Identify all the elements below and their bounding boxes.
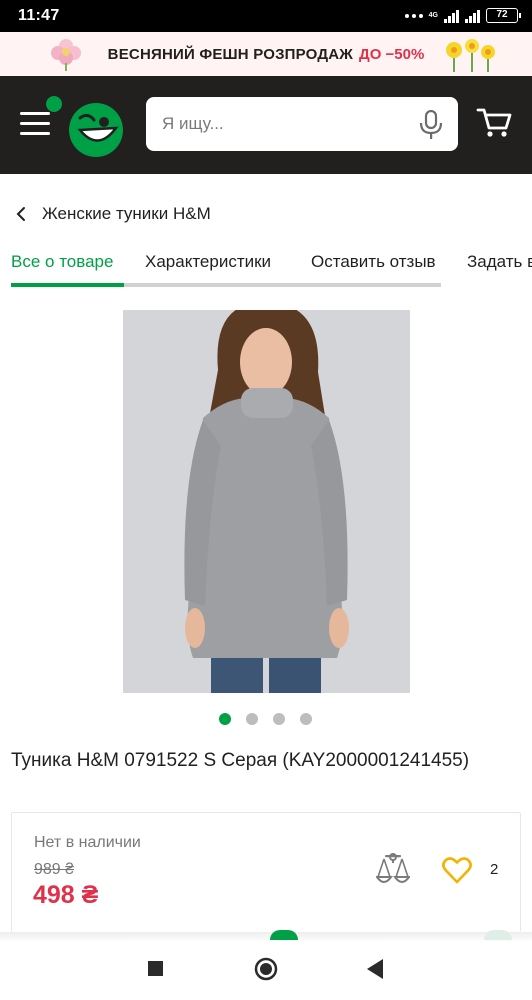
- home-button[interactable]: [254, 957, 278, 981]
- tab-ask-question[interactable]: Задать вопрос: [467, 252, 532, 272]
- price-card: Нет в наличии 989 ₴ 498 ₴ 2: [11, 812, 521, 932]
- recent-apps-button[interactable]: [148, 961, 163, 976]
- search-box[interactable]: [146, 97, 458, 151]
- product-photo: [123, 310, 410, 693]
- cart-icon[interactable]: [476, 106, 512, 140]
- promo-discount: ДО −50%: [359, 45, 425, 63]
- product-title: Туника H&M 0791522 S Серая (KAY200000124…: [11, 750, 470, 771]
- back-button[interactable]: [366, 958, 384, 980]
- battery-icon: 72: [486, 8, 521, 23]
- tabs-active-indicator: [11, 283, 124, 287]
- android-nav-bar: [0, 942, 532, 1000]
- logo[interactable]: [46, 96, 126, 158]
- status-time: 11:47: [18, 7, 60, 24]
- header: [0, 76, 532, 174]
- compare-scales-icon[interactable]: [376, 853, 410, 887]
- carousel-dot[interactable]: [300, 713, 312, 725]
- promo-banner[interactable]: ВЕСНЯНИЙ ФЕШН РОЗПРОДАЖ ДО −50%: [0, 32, 532, 76]
- breadcrumb-label[interactable]: Женские туники H&M: [42, 204, 211, 224]
- signal-icon: [465, 9, 480, 23]
- flower-left-icon: [51, 39, 81, 71]
- product-image[interactable]: [123, 310, 410, 693]
- bottom-nav-peek: [270, 930, 298, 940]
- tab-leave-review[interactable]: Оставить отзыв: [311, 252, 436, 272]
- heart-icon[interactable]: [442, 856, 472, 884]
- bottom-nav-shadow: [0, 932, 532, 942]
- carousel-dot[interactable]: [273, 713, 285, 725]
- old-price: 989 ₴: [34, 861, 75, 878]
- chevron-left-icon[interactable]: [14, 206, 28, 222]
- tab-all-about-product[interactable]: Все о товаре: [11, 252, 113, 272]
- carousel-dots: [219, 713, 312, 725]
- tab-characteristics[interactable]: Характеристики: [145, 252, 271, 272]
- promo-text: ВЕСНЯНИЙ ФЕШН РОЗПРОДАЖ: [107, 45, 354, 63]
- availability-status: Нет в наличии: [34, 834, 141, 851]
- search-input[interactable]: [162, 112, 402, 136]
- carousel-dot[interactable]: [219, 713, 231, 725]
- status-icons: 4G 72: [404, 8, 521, 23]
- wishlist-count: 2: [490, 861, 499, 878]
- network-type: 4G: [428, 12, 438, 19]
- notification-dots-icon: [404, 13, 423, 18]
- status-bar: 11:47 4G 72: [0, 0, 532, 32]
- price: 498 ₴: [33, 881, 99, 909]
- mic-icon[interactable]: [418, 110, 444, 140]
- bottom-nav-peek: [484, 930, 512, 940]
- flower-right-icon: [446, 39, 495, 72]
- carousel-dot[interactable]: [246, 713, 258, 725]
- signal-icon: [444, 9, 459, 23]
- tabs: Все о товаре Характеристики Оставить отз…: [11, 240, 532, 288]
- breadcrumb[interactable]: Женские туники H&M: [14, 204, 211, 224]
